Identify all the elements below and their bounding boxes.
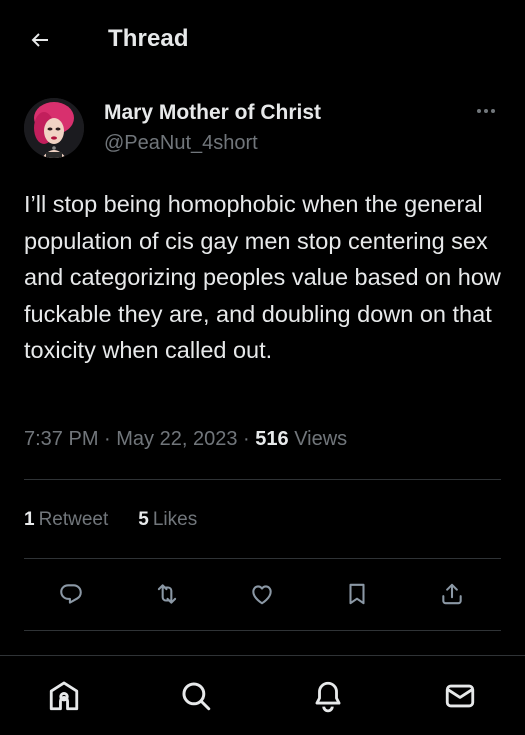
likes-stat[interactable]: 5 Likes <box>138 509 197 531</box>
divider <box>24 558 501 559</box>
messages-icon <box>443 679 477 713</box>
share-button[interactable] <box>437 579 467 609</box>
divider <box>24 479 501 480</box>
back-button[interactable] <box>22 22 58 58</box>
reply-icon <box>58 581 84 607</box>
tweet-meta: 7:37 PM · May 22, 2023 · 516 Views <box>24 428 347 451</box>
retweets-stat[interactable]: 1 Retweet <box>24 509 108 531</box>
more-options-button[interactable] <box>470 100 502 122</box>
divider <box>24 630 501 631</box>
like-button[interactable] <box>247 579 277 609</box>
search-icon <box>179 679 213 713</box>
more-horizontal-icon <box>476 108 496 114</box>
meta-separator: · <box>237 428 256 450</box>
bookmark-button[interactable] <box>342 579 372 609</box>
likes-count: 5 <box>138 509 149 530</box>
like-icon <box>249 581 275 607</box>
meta-separator: · <box>98 428 117 450</box>
bottom-navigation <box>0 655 525 735</box>
tweet-stats: 1 Retweet 5 Likes <box>24 509 197 531</box>
nav-notifications[interactable] <box>310 678 346 714</box>
nav-search[interactable] <box>178 678 214 714</box>
retweet-icon <box>154 581 180 607</box>
author-display-name[interactable]: Mary Mother of Christ <box>104 101 321 125</box>
retweets-label: Retweet <box>38 509 109 530</box>
tweet-time[interactable]: 7:37 PM <box>24 428 98 450</box>
notifications-icon <box>311 679 345 713</box>
author-handle[interactable]: @PeaNut_4short <box>104 132 258 155</box>
views-label: Views <box>294 428 348 450</box>
top-bar: Thread <box>0 0 525 78</box>
likes-label: Likes <box>152 509 198 530</box>
action-bar <box>0 566 525 618</box>
home-icon <box>47 679 81 713</box>
share-icon <box>439 581 465 607</box>
tweet-date[interactable]: May 22, 2023 <box>116 428 237 450</box>
reply-button[interactable] <box>56 579 86 609</box>
nav-messages[interactable] <box>442 678 478 714</box>
tweet-text: I’ll stop being homophobic when the gene… <box>24 191 501 363</box>
avatar[interactable] <box>24 98 84 158</box>
arrow-left-icon <box>28 28 52 52</box>
views-count: 516 <box>255 428 289 450</box>
page-title: Thread <box>108 25 189 52</box>
nav-home[interactable] <box>46 678 82 714</box>
retweet-button[interactable] <box>152 579 182 609</box>
bookmark-icon <box>344 581 370 607</box>
retweets-count: 1 <box>24 509 35 530</box>
